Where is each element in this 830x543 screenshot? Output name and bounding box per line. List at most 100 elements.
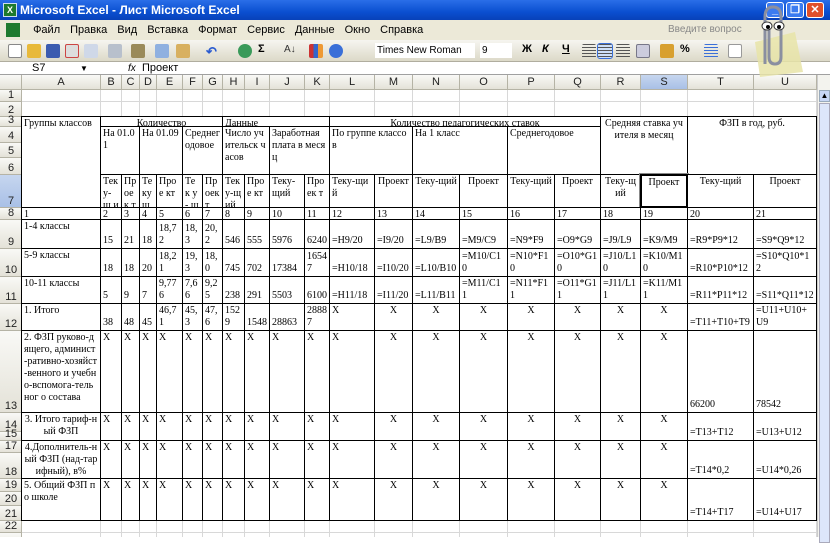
cell[interactable]: X bbox=[374, 303, 413, 331]
cell[interactable]: X bbox=[222, 440, 245, 479]
menu-item[interactable]: Сервис bbox=[247, 24, 285, 36]
column-header-F[interactable]: F bbox=[183, 75, 203, 90]
insert-function-icon[interactable]: fx bbox=[128, 62, 136, 75]
cell[interactable]: X bbox=[304, 478, 330, 521]
spreadsheet-grid[interactable]: A B C D E F G H I J K L M N O P Q R S T U 1 2 3 4 5 6 7 8 9 10 11 12 13 14… bbox=[0, 75, 817, 537]
cell[interactable]: 18 bbox=[121, 248, 140, 277]
cell[interactable]: X bbox=[202, 330, 223, 413]
cell[interactable]: X bbox=[100, 412, 122, 441]
cell[interactable]: На 01.01 bbox=[100, 126, 140, 175]
cell[interactable]: Теку-щий bbox=[687, 174, 754, 208]
cell[interactable]: X bbox=[600, 440, 641, 479]
cell[interactable]: X bbox=[412, 440, 460, 479]
cell[interactable]: =O9*G9 bbox=[554, 219, 601, 249]
cell[interactable]: X bbox=[156, 440, 183, 479]
cell[interactable]: X bbox=[202, 440, 223, 479]
cell[interactable]: 5503 bbox=[269, 276, 305, 304]
cell[interactable]: X bbox=[156, 330, 183, 413]
cell[interactable]: =N10*F10 bbox=[507, 248, 555, 277]
cell[interactable]: 20 bbox=[139, 248, 157, 277]
cell[interactable]: Тек у-щ ий bbox=[222, 174, 245, 208]
cell[interactable]: X bbox=[244, 478, 270, 521]
cell[interactable]: X bbox=[156, 412, 183, 441]
cell[interactable]: 45 bbox=[139, 303, 157, 331]
cell[interactable]: 9 bbox=[121, 276, 140, 304]
cell[interactable]: X bbox=[600, 412, 641, 441]
menu-item[interactable]: Справка bbox=[380, 24, 423, 36]
cell[interactable]: X bbox=[640, 303, 688, 331]
workbook-icon[interactable] bbox=[6, 23, 20, 38]
cell[interactable]: X bbox=[329, 303, 375, 331]
column-header-T[interactable]: T bbox=[688, 75, 754, 90]
cell[interactable]: =T14+T17 bbox=[687, 478, 754, 521]
row-header-1[interactable]: 1 bbox=[0, 89, 22, 102]
row-header-6[interactable]: 6 bbox=[0, 158, 22, 175]
cell[interactable]: =S11*Q11*12 bbox=[753, 276, 817, 304]
cell[interactable]: X bbox=[374, 330, 413, 413]
cell[interactable]: 21 bbox=[121, 219, 140, 249]
column-header-C[interactable]: C bbox=[122, 75, 140, 90]
cell[interactable]: =O10*G10 bbox=[554, 248, 601, 277]
row-header-7[interactable]: 7 bbox=[0, 175, 22, 208]
cell[interactable]: 291 bbox=[244, 276, 270, 304]
menu-item[interactable]: Файл bbox=[33, 24, 60, 36]
cell[interactable]: 238 bbox=[222, 276, 245, 304]
cell[interactable]: =R10*P10*12 bbox=[687, 248, 754, 277]
column-header-N[interactable]: N bbox=[413, 75, 460, 90]
cell[interactable]: =M11/C11 bbox=[459, 276, 508, 304]
cell[interactable]: Проект bbox=[753, 174, 817, 208]
cell[interactable]: X bbox=[304, 440, 330, 479]
cell[interactable]: X bbox=[459, 412, 508, 441]
cell[interactable]: Проек т bbox=[304, 174, 330, 208]
cell[interactable]: Теку- щий bbox=[269, 174, 305, 208]
cell[interactable]: X bbox=[600, 330, 641, 413]
cell[interactable]: Группы классов bbox=[21, 116, 101, 208]
row-header-8[interactable]: 8 bbox=[0, 207, 22, 220]
cell[interactable]: =K11/M11 bbox=[640, 276, 688, 304]
column-header-S[interactable]: S bbox=[641, 75, 688, 90]
cell[interactable]: X bbox=[412, 412, 460, 441]
cell[interactable]: X bbox=[139, 330, 157, 413]
cell[interactable]: X bbox=[269, 412, 305, 441]
cell[interactable]: 3. Итого тариф-ный ФЗП bbox=[21, 412, 101, 441]
cell[interactable]: =I10/20 bbox=[374, 248, 413, 277]
cell[interactable]: X bbox=[459, 440, 508, 479]
cell[interactable]: X bbox=[640, 478, 688, 521]
cell[interactable]: X bbox=[459, 303, 508, 331]
cell[interactable]: 20,2 bbox=[202, 219, 223, 249]
active-cell[interactable]: Проект bbox=[639, 173, 689, 209]
column-header-D[interactable]: D bbox=[140, 75, 157, 90]
cell[interactable]: =U14+U17 bbox=[753, 478, 817, 521]
cell[interactable]: Пр оек т bbox=[121, 174, 140, 208]
cell[interactable]: =N9*F9 bbox=[507, 219, 555, 249]
hyperlink-icon[interactable] bbox=[238, 44, 252, 58]
column-header-O[interactable]: O bbox=[460, 75, 508, 90]
cell[interactable]: 38 bbox=[100, 303, 122, 331]
column-header-B[interactable]: B bbox=[101, 75, 122, 90]
cell[interactable]: X bbox=[222, 412, 245, 441]
cell[interactable]: X bbox=[507, 440, 555, 479]
column-header-A[interactable]: A bbox=[22, 75, 101, 90]
cell[interactable]: X bbox=[329, 412, 375, 441]
cell[interactable]: 28863 bbox=[269, 303, 305, 331]
cell[interactable]: Средняя ставка учителя в месяц bbox=[600, 116, 688, 175]
cell[interactable]: 9,25 bbox=[202, 276, 223, 304]
row-header-22[interactable]: 22 bbox=[0, 520, 22, 533]
cell[interactable]: Среднег одовое bbox=[182, 126, 223, 175]
cell[interactable]: 17384 bbox=[269, 248, 305, 277]
cell[interactable]: 18,0 bbox=[202, 248, 223, 277]
column-header-K[interactable]: K bbox=[305, 75, 330, 90]
indent-icon[interactable] bbox=[704, 44, 718, 58]
cell[interactable]: X bbox=[600, 478, 641, 521]
cell[interactable]: X bbox=[269, 330, 305, 413]
cell[interactable]: =I9/20 bbox=[374, 219, 413, 249]
align-center-icon[interactable] bbox=[597, 43, 613, 59]
cell[interactable]: X bbox=[139, 440, 157, 479]
cell[interactable]: X bbox=[507, 330, 555, 413]
cell[interactable]: =M10/C10 bbox=[459, 248, 508, 277]
cell[interactable]: X bbox=[374, 478, 413, 521]
column-header-P[interactable]: P bbox=[508, 75, 555, 90]
cell[interactable]: 6240 bbox=[304, 219, 330, 249]
cell[interactable]: =O11*G11 bbox=[554, 276, 601, 304]
row-header-11[interactable]: 11 bbox=[0, 277, 22, 304]
